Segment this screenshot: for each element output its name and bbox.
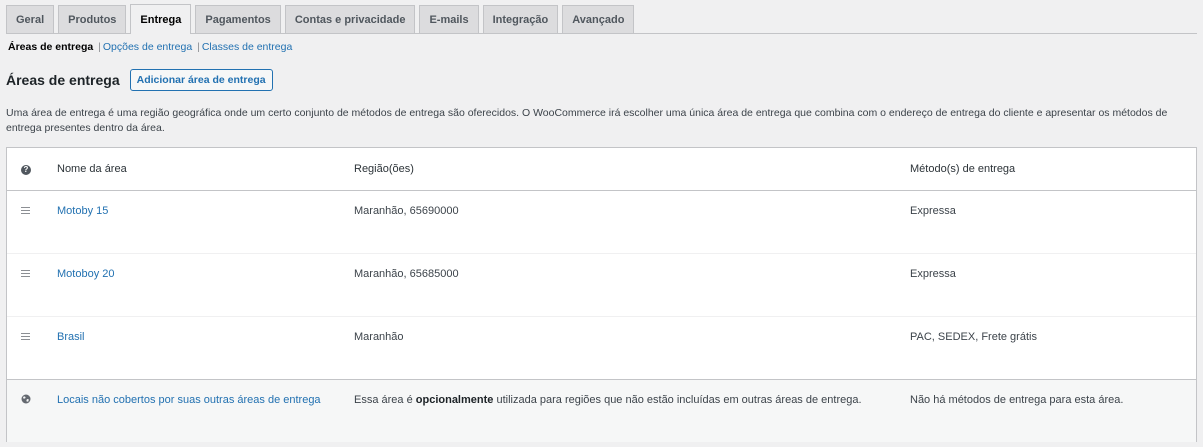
subnav-link-classes[interactable]: Classes de entrega <box>202 41 292 53</box>
zone-methods: PAC, SEDEX, Frete grátis <box>910 331 1037 343</box>
fallback-zone-row: Locais não cobertos por suas outras área… <box>7 380 1196 442</box>
tab-contas-privacidade[interactable]: Contas e privacidade <box>284 5 416 33</box>
fallback-zone-link[interactable]: Locais não cobertos por suas outras área… <box>57 394 321 406</box>
subnav-link-opcoes[interactable]: Opções de entrega <box>103 41 192 53</box>
shipping-subnav: Áreas de entrega | Opções de entrega | Cla… <box>8 41 292 53</box>
table-header: ? Nome da área Região(ões) Método(s) de … <box>7 148 1196 191</box>
subnav-separator: | <box>197 41 200 53</box>
page-description: Uma área de entrega é uma região geográf… <box>6 107 1168 134</box>
zone-name-link[interactable]: Brasil <box>57 331 85 343</box>
page-title: Áreas de entrega <box>6 72 120 88</box>
header-name: Nome da área <box>57 163 127 175</box>
fallback-regions-text: utilizada para regiões que não estão inc… <box>496 394 862 406</box>
page-heading: Áreas de entrega Adicionar área de entre… <box>6 69 273 91</box>
add-zone-button[interactable]: Adicionar área de entrega <box>129 69 273 91</box>
subnav-separator: | <box>98 41 101 53</box>
help-icon[interactable]: ? <box>21 163 33 175</box>
tab-produtos[interactable]: Produtos <box>58 5 127 33</box>
fallback-regions-emphasis: opcionalmente <box>415 394 494 406</box>
zone-regions: Maranhão, 65690000 <box>354 205 459 217</box>
tab-emails[interactable]: E-mails <box>419 5 479 33</box>
tab-entrega[interactable]: Entrega <box>130 4 192 34</box>
tab-avancado[interactable]: Avançado <box>562 5 635 33</box>
zone-name-link[interactable]: Motoby 15 <box>57 205 108 217</box>
tab-pagamentos[interactable]: Pagamentos <box>195 5 281 33</box>
tab-geral[interactable]: Geral <box>6 5 55 33</box>
fallback-regions-text: Essa área é <box>354 394 413 406</box>
drag-handle-icon[interactable] <box>21 268 33 280</box>
drag-handle-icon[interactable] <box>21 205 33 217</box>
fallback-zone-methods: Não há métodos de entrega para esta área… <box>910 394 1124 406</box>
settings-tabs: Geral Produtos Entrega Pagamentos Contas… <box>6 4 1197 34</box>
table-row: Motoby 15 Maranhão, 65690000 Expressa <box>7 191 1196 254</box>
drag-handle-icon[interactable] <box>21 331 33 343</box>
table-row: Brasil Maranhão PAC, SEDEX, Frete grátis <box>7 317 1196 380</box>
globe-icon <box>21 394 33 407</box>
table-row: Motoboy 20 Maranhão, 65685000 Expressa <box>7 254 1196 317</box>
tab-integracao[interactable]: Integração <box>482 5 559 33</box>
zone-name-link[interactable]: Motoboy 20 <box>57 268 114 280</box>
header-regions: Região(ões) <box>354 163 414 175</box>
shipping-zones-table: ? Nome da área Região(ões) Método(s) de … <box>6 147 1197 442</box>
subnav-current: Áreas de entrega <box>8 41 94 53</box>
fallback-zone-regions: Essa área é opcionalmente utilizada para… <box>354 394 862 406</box>
zone-methods: Expressa <box>910 205 956 217</box>
zone-methods: Expressa <box>910 268 956 280</box>
zone-regions: Maranhão, 65685000 <box>354 268 459 280</box>
header-methods: Método(s) de entrega <box>910 163 1016 175</box>
zone-regions: Maranhão <box>354 331 404 343</box>
